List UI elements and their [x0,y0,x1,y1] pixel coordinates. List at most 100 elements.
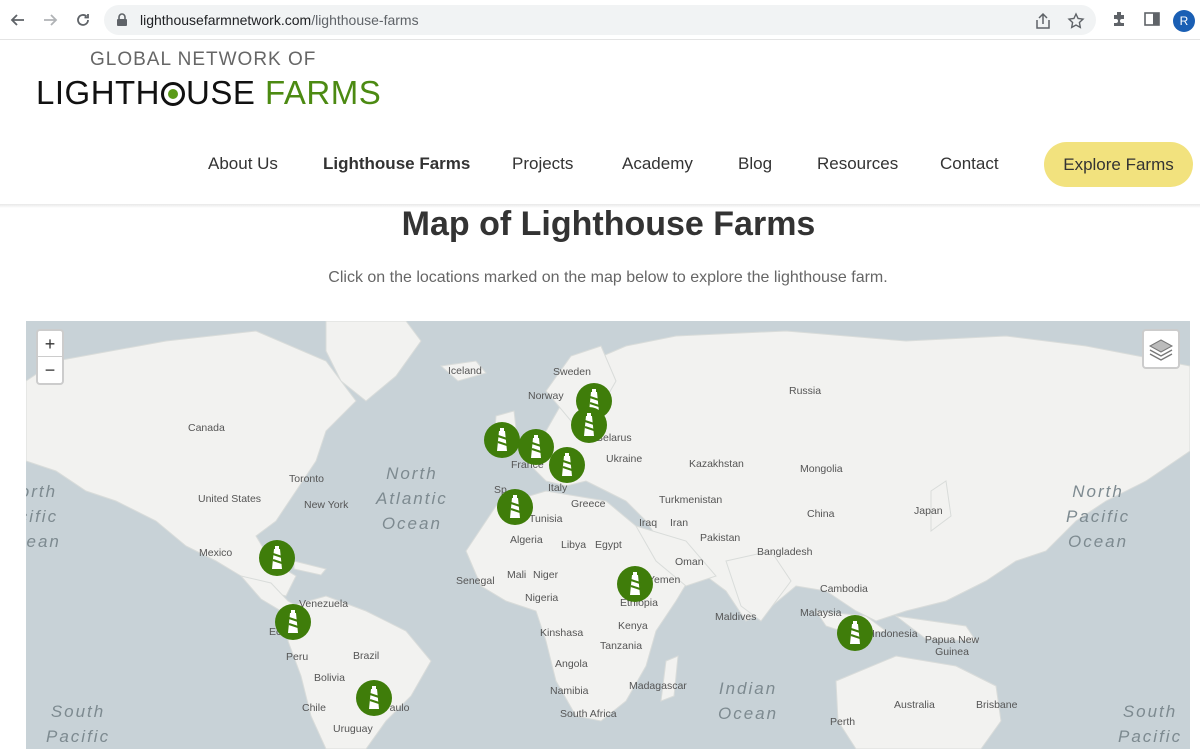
map-label: Uruguay [333,723,373,735]
browser-toolbar: lighthousefarmnetwork.com/lighthouse-far… [0,0,1200,40]
address-bar[interactable]: lighthousefarmnetwork.com/lighthouse-far… [104,5,1096,35]
back-arrow-icon [10,14,24,26]
ocean-label-north-pacific-west: orth cific cean [26,482,61,551]
back-button[interactable] [6,8,30,32]
lock-icon [117,13,127,26]
map-label: United States [198,493,262,505]
map-label: Niger [533,569,559,581]
map-label: Chile [302,702,326,714]
map-label: Senegal [456,575,495,587]
map-label: Toronto [289,473,325,485]
farm-marker[interactable] [259,540,295,576]
map-label: Brazil [353,650,380,662]
lighthouse-icon [584,413,595,436]
map-label: Tanzania [600,640,643,652]
map-label: Kenya [618,620,648,632]
logo-tagline: GLOBAL NETWORK OF [90,49,317,70]
explore-farms-button[interactable]: Explore Farms [1044,142,1193,187]
map-label: South Africa [560,708,617,720]
map-label: Pakistan [700,532,741,544]
nav-academy[interactable]: Academy [622,154,693,174]
map-label: Brisbane [976,699,1018,711]
map-label: Ukraine [606,453,643,465]
map-label: Angola [555,658,588,670]
map-label: Papua New Guinea [924,634,980,658]
zoom-out-button[interactable]: − [38,357,62,383]
map-label: Egypt [595,539,622,551]
nav-contact[interactable]: Contact [940,154,999,174]
world-map[interactable]: North Atlantic Ocean orth cific cean Nor… [26,321,1190,749]
ocean-label-south-pacific-east: South Pacific [1118,702,1183,746]
map-label: Kazakhstan [689,458,744,470]
map-label: Bangladesh [757,546,813,558]
lighthouse-icon [497,428,508,451]
nav-blog[interactable]: Blog [738,154,772,174]
zoom-in-button[interactable]: + [38,331,62,357]
map-label: Namibia [550,685,589,697]
lighthouse-icon [562,453,573,476]
logo-farms-text: FARMS [265,74,382,111]
map-label: Libya [561,539,587,551]
map-label: China [807,508,835,520]
map-label: Malaysia [800,607,842,619]
profile-avatar[interactable]: R [1173,10,1195,32]
map-label: Tunisia [529,513,563,525]
page-title: Map of Lighthouse Farms [401,205,816,243]
map-label: Mongolia [800,463,843,475]
nav-lighthouse-farms[interactable]: Lighthouse Farms [323,154,470,174]
map-land-shapes [26,321,1190,749]
ocean-label-indian: Indian Ocean [718,679,779,723]
map-label: Canada [188,422,225,434]
farm-marker[interactable] [837,615,873,651]
farm-marker[interactable] [484,422,520,458]
ocean-label-north-pacific-east: North Pacific Ocean [1066,482,1131,551]
farm-marker[interactable] [617,566,653,602]
map-label: Oman [675,556,704,568]
nav-projects[interactable]: Projects [512,154,573,174]
bookmark-star-icon[interactable] [1067,12,1085,30]
nav-about-us[interactable]: About Us [208,154,278,174]
forward-arrow-icon [44,14,58,26]
lighthouse-icon [510,495,521,518]
farm-marker[interactable] [275,604,311,640]
map-label: Mali [507,569,527,581]
logo-text-start: LIGHTH [36,74,161,111]
layers-icon [1148,339,1174,361]
map-label: Turkmenistan [659,494,723,506]
farm-marker[interactable] [571,407,607,443]
lighthouse-icon [850,621,861,644]
map-label: Peru [286,651,309,663]
map-label: Madagascar [629,680,687,692]
logo-text-end: USE [186,74,256,111]
reload-button[interactable] [71,8,95,32]
map-label: Iceland [448,365,482,377]
farm-marker[interactable] [549,447,585,483]
map-label: Cambodia [820,583,868,595]
zoom-control: + − [36,329,64,385]
map-label: Venezuela [299,598,349,610]
reload-icon [77,14,89,26]
extensions-puzzle-icon[interactable] [1110,10,1128,28]
map-label: Algeria [510,534,543,546]
farm-marker[interactable] [497,489,533,525]
nav-resources[interactable]: Resources [817,154,898,174]
share-icon[interactable] [1034,12,1052,30]
map-label: Indonesia [872,628,918,640]
map-label: Bolivia [314,672,345,684]
ocean-label-south-pacific-west: South Pacific [46,702,111,746]
layers-button[interactable] [1142,329,1180,369]
lighthouse-icon [288,610,299,633]
map-label: Mexico [199,547,233,559]
page-subtitle: Click on the locations marked on the map… [328,269,888,286]
map-label: Australia [894,699,935,711]
side-panel-icon[interactable] [1143,10,1161,28]
site-logo[interactable]: LIGHTH USE FARMS [36,74,381,112]
map-label: Iran [670,517,689,529]
lighthouse-icon [531,435,542,458]
map-label: Italy [548,482,568,494]
map-label: New York [304,499,349,511]
forward-button[interactable] [38,8,62,32]
map-label: Sweden [553,366,591,378]
farm-marker[interactable] [356,680,392,716]
map-label: Perth [830,716,856,728]
